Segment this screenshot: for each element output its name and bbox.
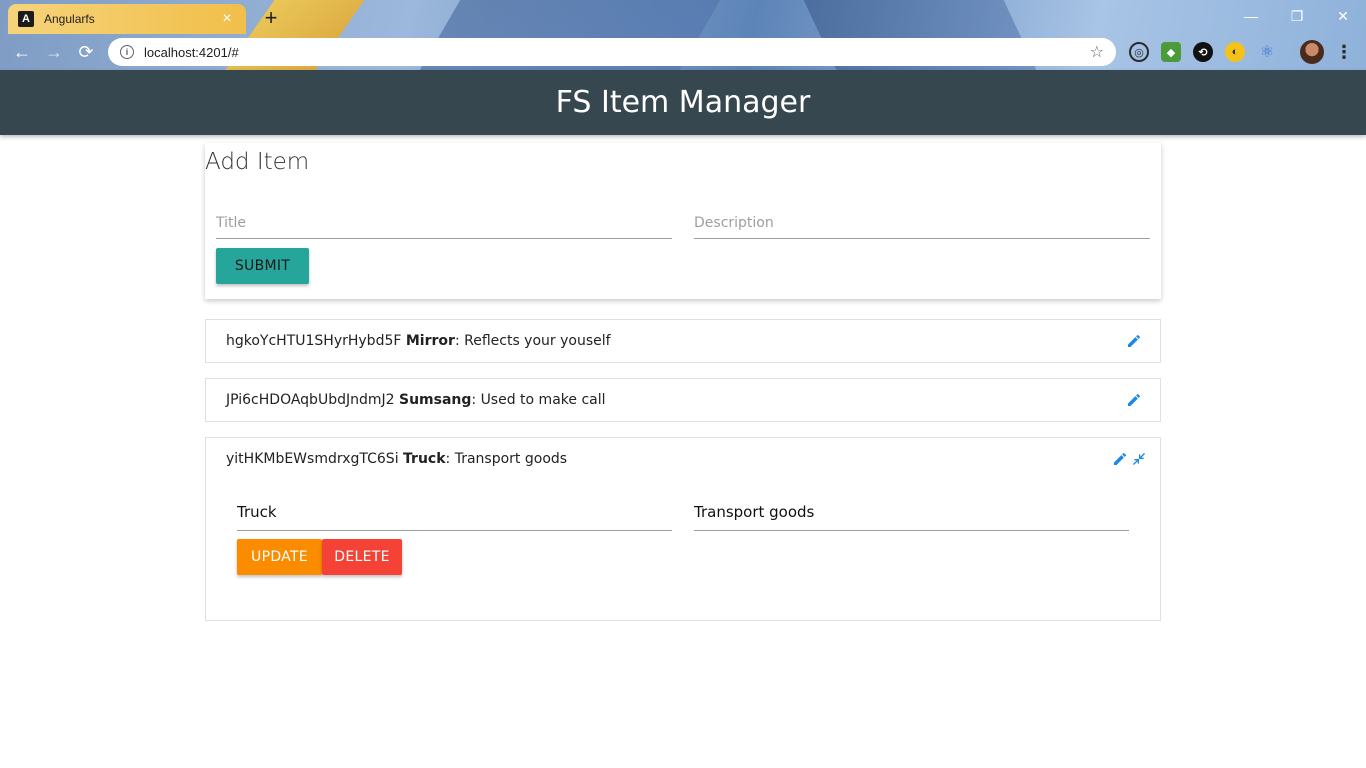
extension-circle-icon[interactable]: ◎ [1129, 42, 1149, 62]
edit-description-input[interactable] [694, 493, 1129, 530]
window-restore-button[interactable]: ❐ [1274, 0, 1320, 32]
item-id: JPi6cHDOAqbUbdJndmJ2 [226, 392, 395, 408]
list-item: JPi6cHDOAqbUbdJndmJ2 Sumsang: Used to ma… [205, 378, 1161, 422]
item-description: Transport goods [454, 451, 568, 467]
edit-pencil-icon[interactable] [1112, 451, 1128, 467]
url-text[interactable]: localhost:4201/# [144, 45, 1090, 60]
tab-title: Angularfs [44, 12, 95, 26]
add-item-heading: Add Item [205, 149, 310, 175]
item-id: hgkoYcHTU1SHyrHybd5F [226, 333, 402, 349]
edit-pencil-icon[interactable] [1126, 392, 1142, 408]
delete-button[interactable]: DELETE [322, 539, 402, 575]
address-bar[interactable]: i localhost:4201/# ☆ [108, 38, 1116, 66]
new-tab-button[interactable]: + [258, 5, 284, 31]
list-item: hgkoYcHTU1SHyrHybd5F Mirror: Reflects yo… [205, 319, 1161, 363]
browser-menu-icon[interactable]: ⋮ [1335, 41, 1353, 63]
title-input[interactable] [216, 207, 672, 238]
item-description: Reflects your youself [464, 333, 611, 349]
item-text: yitHKMbEWsmdrxgTC6Si Truck: Transport go… [226, 451, 568, 467]
extension-green-icon[interactable]: ◆ [1161, 42, 1181, 62]
edit-title-field [237, 493, 672, 531]
edit-title-input[interactable] [237, 493, 672, 530]
reload-icon[interactable]: ⟳ [74, 40, 98, 64]
site-info-icon[interactable]: i [120, 45, 134, 59]
collapse-icon[interactable] [1131, 451, 1147, 467]
profile-avatar[interactable] [1300, 40, 1324, 64]
item-text: JPi6cHDOAqbUbdJndmJ2 Sumsang: Used to ma… [226, 392, 606, 408]
item-title: Sumsang [398, 392, 472, 408]
item-title: Mirror [405, 333, 455, 349]
description-field [694, 207, 1150, 239]
submit-button[interactable]: SUBMIT [216, 248, 309, 284]
edit-pencil-icon[interactable] [1126, 333, 1142, 349]
update-button[interactable]: UPDATE [237, 539, 322, 575]
description-input[interactable] [694, 207, 1150, 238]
forward-arrow-icon[interactable]: → [42, 40, 66, 64]
title-field [216, 207, 672, 239]
app-header: FS Item Manager [0, 70, 1366, 135]
extension-yellow-icon[interactable]: ◐ [1225, 42, 1245, 62]
window-minimize-button[interactable]: — [1228, 0, 1274, 32]
angular-favicon-icon: A [18, 11, 34, 27]
react-devtools-icon[interactable]: ⚛ [1257, 42, 1277, 62]
item-description: Used to make call [480, 392, 606, 408]
close-tab-icon[interactable]: × [218, 10, 236, 28]
browser-chrome: A Angularfs × + — ❐ ✕ ← → ⟳ i localhost:… [0, 0, 1366, 70]
item-title: Truck [403, 451, 446, 467]
add-item-card: Add Item SUBMIT [205, 143, 1161, 299]
browser-tab[interactable]: A Angularfs × [8, 4, 246, 34]
item-id: yitHKMbEWsmdrxgTC6Si [226, 451, 399, 467]
list-item-expanded: yitHKMbEWsmdrxgTC6Si Truck: Transport go… [205, 437, 1161, 621]
back-arrow-icon[interactable]: ← [10, 40, 34, 64]
page-title: FS Item Manager [555, 85, 811, 120]
extension-sync-icon[interactable]: ⟲ [1193, 42, 1213, 62]
bookmark-star-icon[interactable]: ☆ [1090, 42, 1104, 62]
edit-description-field [694, 493, 1129, 531]
window-close-button[interactable]: ✕ [1320, 0, 1366, 32]
item-text: hgkoYcHTU1SHyrHybd5F Mirror: Reflects yo… [226, 333, 611, 349]
